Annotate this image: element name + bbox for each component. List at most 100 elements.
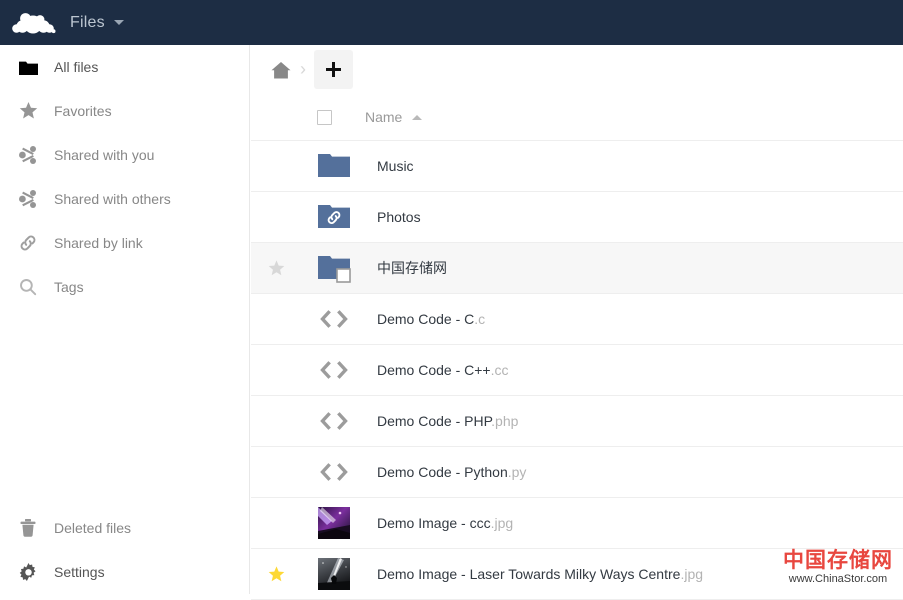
file-name-base: Demo Code - PHP (377, 413, 491, 429)
row-icon-cell[interactable] (301, 557, 356, 591)
row-icon-cell[interactable] (301, 404, 356, 438)
watermark-url: www.ChinaStor.com (783, 572, 893, 586)
watermark: 中国存储网 www.ChinaStor.com (783, 549, 893, 586)
file-name-base: Music (377, 158, 414, 174)
file-list: MusicPhotos中国存储网Demo Code - C.cDemo Code… (251, 141, 903, 600)
table-header-row: Name (251, 94, 903, 141)
file-name[interactable]: Demo Code - Python.py (356, 464, 526, 480)
owncloud-cloud-logo (10, 10, 56, 36)
star-outline-icon (268, 260, 285, 277)
sidebar-item-label: Settings (44, 564, 105, 580)
sidebar-item-shared-by-link[interactable]: Shared by link (0, 221, 249, 265)
file-name-base: Demo Code - C (377, 311, 474, 327)
new-file-button[interactable] (314, 50, 353, 89)
code-file-icon (317, 455, 351, 489)
watermark-title: 中国存储网 (783, 549, 893, 571)
file-name-base: 中国存储网 (377, 260, 447, 276)
owncloud-logo[interactable] (0, 0, 66, 45)
file-name[interactable]: Demo Image - Laser Towards Milky Ways Ce… (356, 566, 703, 582)
plus-icon (326, 62, 341, 77)
folder-icon (12, 60, 44, 75)
sidebar: All files Favorites Shared with you (0, 45, 250, 594)
file-name[interactable]: Demo Code - PHP.php (356, 413, 518, 429)
file-name-base: Demo Code - C++ (377, 362, 491, 378)
favorite-toggle[interactable] (251, 260, 301, 277)
sidebar-item-label: Shared with others (44, 191, 171, 207)
table-row[interactable]: Photos (251, 192, 903, 243)
link-icon (12, 234, 44, 252)
file-name[interactable]: Demo Image - ccc.jpg (356, 515, 513, 531)
sidebar-bottom-group: Deleted files Settings (0, 506, 249, 594)
gear-icon (12, 563, 44, 582)
row-icon-cell[interactable] (301, 251, 356, 285)
code-file-icon (317, 302, 351, 336)
files-content: › Name MusicPhotos中国存储网Demo Code - C.cDe… (251, 45, 903, 594)
table-row[interactable]: Demo Code - C.c (251, 294, 903, 345)
table-row[interactable]: Demo Image - ccc.jpg (251, 498, 903, 549)
controls-bar: › (251, 45, 903, 94)
sidebar-item-label: All files (44, 59, 98, 75)
table-row[interactable]: Demo Code - Python.py (251, 447, 903, 498)
sidebar-item-label: Tags (44, 279, 84, 295)
sidebar-item-shared-with-you[interactable]: Shared with you (0, 133, 249, 177)
star-icon (12, 102, 44, 120)
code-file-icon (317, 353, 351, 387)
file-name[interactable]: 中国存储网 (356, 258, 447, 278)
sidebar-item-deleted-files[interactable]: Deleted files (0, 506, 249, 550)
select-all-checkbox[interactable] (317, 110, 332, 125)
file-name-extension: .py (508, 464, 527, 480)
search-icon (12, 278, 44, 296)
file-name-extension: .cc (491, 362, 509, 378)
file-name-extension: .php (491, 413, 518, 429)
share-icon (12, 190, 44, 208)
app-header: Files (0, 0, 903, 45)
folder-external-icon (317, 251, 351, 285)
table-row[interactable]: Demo Code - PHP.php (251, 396, 903, 447)
row-icon-cell[interactable] (301, 149, 356, 183)
file-name-base: Demo Image - ccc (377, 515, 491, 531)
image-thumbnail (317, 506, 351, 540)
table-row[interactable]: Demo Code - C++.cc (251, 345, 903, 396)
sort-arrow-up-icon (412, 115, 422, 120)
sidebar-item-favorites[interactable]: Favorites (0, 89, 249, 133)
file-name[interactable]: Photos (356, 209, 421, 225)
sidebar-item-all-files[interactable]: All files (0, 45, 249, 89)
table-row[interactable]: Music (251, 141, 903, 192)
image-thumbnail (317, 557, 351, 591)
row-icon-cell[interactable] (301, 455, 356, 489)
code-file-icon (317, 404, 351, 438)
row-icon-cell[interactable] (301, 302, 356, 336)
share-icon (12, 146, 44, 164)
file-name-base: Demo Image - Laser Towards Milky Ways Ce… (377, 566, 680, 582)
column-header-name-label: Name (365, 109, 402, 125)
sidebar-item-label: Favorites (44, 103, 112, 119)
folder-icon (317, 149, 351, 183)
favorite-toggle[interactable] (251, 566, 301, 583)
file-name-extension: .c (474, 311, 485, 327)
table-row[interactable]: 中国存储网 (251, 243, 903, 294)
file-name-base: Demo Code - Python (377, 464, 508, 480)
caret-down-icon (114, 20, 124, 25)
folder-shared-link-icon (317, 200, 351, 234)
sidebar-item-shared-with-others[interactable]: Shared with others (0, 177, 249, 221)
select-all-cell[interactable] (301, 110, 356, 125)
sidebar-item-label: Deleted files (44, 520, 131, 536)
sidebar-item-settings[interactable]: Settings (0, 550, 249, 594)
sidebar-item-tags[interactable]: Tags (0, 265, 249, 309)
trash-icon (12, 519, 44, 537)
breadcrumb-separator: › (300, 59, 306, 80)
app-menu-toggle[interactable]: Files (66, 14, 124, 32)
file-name[interactable]: Music (356, 158, 414, 174)
sidebar-item-label: Shared with you (44, 147, 154, 163)
app-name: Files (66, 14, 105, 32)
file-name-extension: .jpg (680, 566, 703, 582)
row-icon-cell[interactable] (301, 506, 356, 540)
column-header-name[interactable]: Name (356, 109, 422, 125)
row-icon-cell[interactable] (301, 353, 356, 387)
row-icon-cell[interactable] (301, 200, 356, 234)
file-name[interactable]: Demo Code - C.c (356, 311, 485, 327)
home-icon[interactable] (270, 59, 292, 81)
file-name-base: Photos (377, 209, 421, 225)
file-name-extension: .jpg (491, 515, 514, 531)
file-name[interactable]: Demo Code - C++.cc (356, 362, 509, 378)
